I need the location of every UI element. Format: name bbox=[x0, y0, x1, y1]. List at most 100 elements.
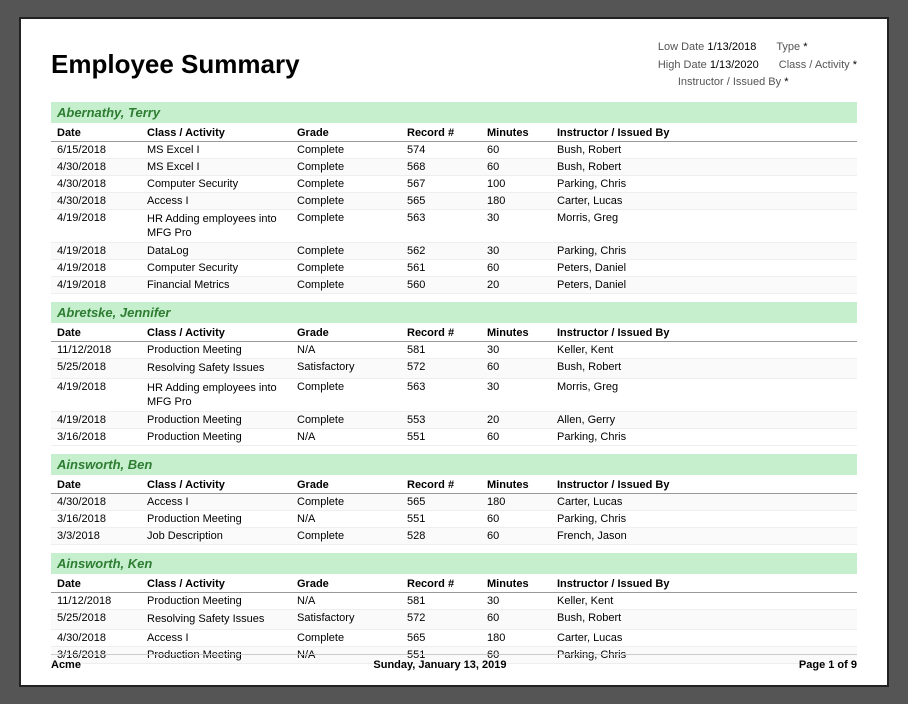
filter-area: Low Date 1/13/2018 Type * High Date 1/13… bbox=[658, 39, 857, 92]
cell-5: Morris, Greg bbox=[557, 212, 737, 241]
cell-1: Production Meeting bbox=[147, 414, 297, 426]
report-footer: Acme Sunday, January 13, 2019 Page 1 of … bbox=[51, 654, 857, 671]
cell-3: 565 bbox=[407, 195, 487, 207]
cell-0: 3/16/2018 bbox=[57, 513, 147, 525]
cell-2: N/A bbox=[297, 513, 407, 525]
cell-0: 4/19/2018 bbox=[57, 414, 147, 426]
cell-0: 3/3/2018 bbox=[57, 530, 147, 542]
col-headers-1: DateClass / ActivityGradeRecord #Minutes… bbox=[51, 325, 857, 342]
cell-5: Bush, Robert bbox=[557, 361, 737, 375]
cell-5: Bush, Robert bbox=[557, 612, 737, 626]
col-header-2: Grade bbox=[297, 327, 407, 339]
cell-3: 581 bbox=[407, 595, 487, 607]
cell-3: 567 bbox=[407, 178, 487, 190]
cell-1: Resolving Safety Issues bbox=[147, 612, 297, 626]
cell-0: 4/30/2018 bbox=[57, 496, 147, 508]
col-header-0: Date bbox=[57, 327, 147, 339]
cell-5: Keller, Kent bbox=[557, 595, 737, 607]
cell-1: Job Description bbox=[147, 530, 297, 542]
cell-4: 30 bbox=[487, 245, 557, 257]
col-header-0: Date bbox=[57, 479, 147, 491]
cell-4: 60 bbox=[487, 530, 557, 542]
col-header-1: Class / Activity bbox=[147, 327, 297, 339]
col-header-5: Instructor / Issued By bbox=[557, 479, 737, 491]
class-label: Class / Activity bbox=[779, 59, 850, 71]
cell-0: 5/25/2018 bbox=[57, 612, 147, 626]
col-header-2: Grade bbox=[297, 479, 407, 491]
cell-0: 4/19/2018 bbox=[57, 381, 147, 410]
table-row: 3/16/2018Production MeetingN/A55160Parki… bbox=[51, 511, 857, 528]
cell-5: Parking, Chris bbox=[557, 431, 737, 443]
cell-2: Complete bbox=[297, 212, 407, 241]
cell-4: 180 bbox=[487, 195, 557, 207]
cell-1: Production Meeting bbox=[147, 431, 297, 443]
page-title: Employee Summary bbox=[51, 39, 300, 80]
cell-5: Carter, Lucas bbox=[557, 632, 737, 644]
employee-name-2: Ainsworth, Ben bbox=[51, 454, 857, 475]
cell-4: 180 bbox=[487, 496, 557, 508]
cell-1: Production Meeting bbox=[147, 344, 297, 356]
cell-1: Production Meeting bbox=[147, 513, 297, 525]
cell-5: Bush, Robert bbox=[557, 161, 737, 173]
cell-5: Parking, Chris bbox=[557, 245, 737, 257]
cell-2: Complete bbox=[297, 381, 407, 410]
instructor-value: * bbox=[784, 76, 788, 88]
table-row: 4/19/2018Financial MetricsComplete56020P… bbox=[51, 277, 857, 294]
cell-3: 572 bbox=[407, 361, 487, 375]
cell-0: 11/12/2018 bbox=[57, 595, 147, 607]
cell-3: 561 bbox=[407, 262, 487, 274]
col-header-0: Date bbox=[57, 578, 147, 590]
cell-2: N/A bbox=[297, 344, 407, 356]
footer-company: Acme bbox=[51, 659, 81, 671]
table-row: 11/12/2018Production MeetingN/A58130Kell… bbox=[51, 342, 857, 359]
table-row: 4/19/2018HR Adding employees into MFG Pr… bbox=[51, 379, 857, 413]
cell-3: 560 bbox=[407, 279, 487, 291]
cell-2: Complete bbox=[297, 178, 407, 190]
cell-2: Complete bbox=[297, 245, 407, 257]
type-value: * bbox=[803, 41, 807, 53]
cell-4: 30 bbox=[487, 381, 557, 410]
cell-3: 563 bbox=[407, 381, 487, 410]
table-row: 6/15/2018MS Excel IComplete57460Bush, Ro… bbox=[51, 142, 857, 159]
col-header-1: Class / Activity bbox=[147, 127, 297, 139]
cell-3: 568 bbox=[407, 161, 487, 173]
col-header-3: Record # bbox=[407, 578, 487, 590]
table-row: 4/19/2018Production MeetingComplete55320… bbox=[51, 412, 857, 429]
cell-2: N/A bbox=[297, 431, 407, 443]
cell-3: 528 bbox=[407, 530, 487, 542]
table-row: 4/30/2018Access IComplete565180Carter, L… bbox=[51, 193, 857, 210]
cell-2: Complete bbox=[297, 279, 407, 291]
cell-0: 4/30/2018 bbox=[57, 161, 147, 173]
table-row: 4/19/2018Computer SecurityComplete56160P… bbox=[51, 260, 857, 277]
col-header-4: Minutes bbox=[487, 327, 557, 339]
cell-3: 551 bbox=[407, 513, 487, 525]
col-header-4: Minutes bbox=[487, 127, 557, 139]
cell-0: 3/16/2018 bbox=[57, 431, 147, 443]
cell-4: 30 bbox=[487, 344, 557, 356]
cell-1: Production Meeting bbox=[147, 595, 297, 607]
cell-4: 180 bbox=[487, 632, 557, 644]
cell-1: MS Excel I bbox=[147, 161, 297, 173]
cell-2: Complete bbox=[297, 632, 407, 644]
col-headers-0: DateClass / ActivityGradeRecord #Minutes… bbox=[51, 125, 857, 142]
cell-5: Bush, Robert bbox=[557, 144, 737, 156]
footer-page: Page 1 of 9 bbox=[799, 659, 857, 671]
table-row: 4/30/2018Access IComplete565180Carter, L… bbox=[51, 630, 857, 647]
high-date-label: High Date bbox=[658, 59, 707, 71]
cell-3: 574 bbox=[407, 144, 487, 156]
cell-4: 100 bbox=[487, 178, 557, 190]
col-header-3: Record # bbox=[407, 327, 487, 339]
cell-5: Keller, Kent bbox=[557, 344, 737, 356]
employee-name-0: Abernathy, Terry bbox=[51, 102, 857, 123]
employee-name-3: Ainsworth, Ken bbox=[51, 553, 857, 574]
table-row: 3/3/2018Job DescriptionComplete52860Fren… bbox=[51, 528, 857, 545]
report-page: Employee Summary Low Date 1/13/2018 Type… bbox=[19, 17, 889, 687]
cell-5: Allen, Gerry bbox=[557, 414, 737, 426]
col-header-5: Instructor / Issued By bbox=[557, 578, 737, 590]
cell-2: Complete bbox=[297, 262, 407, 274]
cell-1: Resolving Safety Issues bbox=[147, 361, 297, 375]
report-header: Employee Summary Low Date 1/13/2018 Type… bbox=[51, 39, 857, 92]
low-date-label: Low Date bbox=[658, 41, 704, 53]
cell-2: Satisfactory bbox=[297, 612, 407, 626]
cell-1: Financial Metrics bbox=[147, 279, 297, 291]
